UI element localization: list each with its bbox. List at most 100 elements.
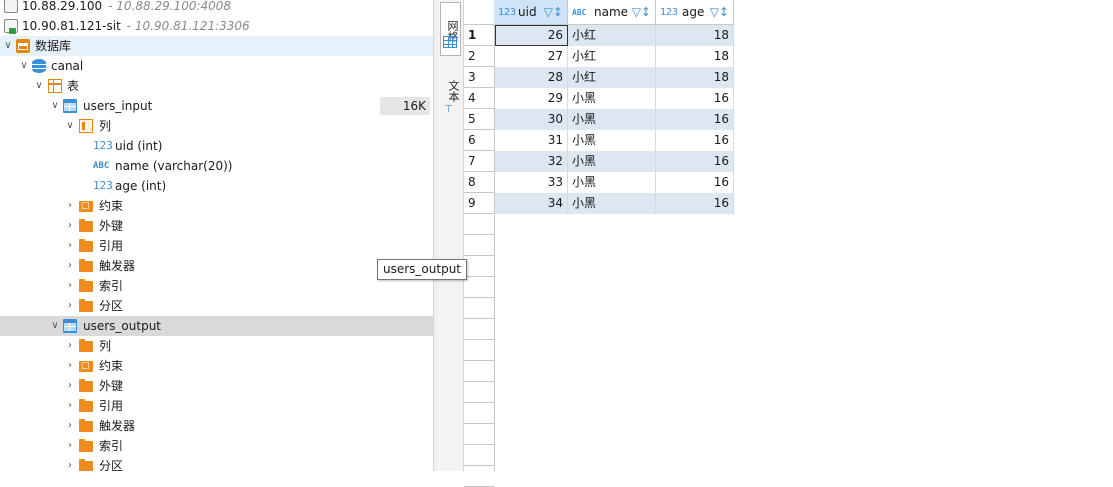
cell-uid[interactable]: 30	[495, 109, 568, 130]
tree-folder-references[interactable]: › 引用	[0, 396, 433, 416]
column-header-age[interactable]: 123 age ▽↕	[656, 0, 734, 25]
column-label: uid (int)	[115, 139, 163, 153]
cell-uid[interactable]: 27	[495, 46, 568, 67]
cell-name[interactable]: 小黑	[568, 109, 656, 130]
tree-table-users-input[interactable]: ∨ users_input 16K	[0, 96, 433, 116]
tree-folder-partitions[interactable]: › 分区	[0, 456, 433, 471]
tree-schema-canal[interactable]: ∨ canal	[0, 56, 433, 76]
row-number[interactable]: 4	[464, 88, 494, 109]
tree-folder-indexes[interactable]: › 索引	[0, 276, 433, 296]
chevron-right-icon[interactable]: ›	[64, 416, 76, 436]
folder-label: 外键	[99, 219, 124, 233]
tree-folder-constraints[interactable]: › 约束	[0, 196, 433, 216]
cell-name[interactable]: 小红	[568, 25, 656, 46]
cell-age[interactable]: 18	[656, 46, 734, 67]
chevron-down-icon[interactable]: ∨	[18, 56, 30, 76]
cell-age[interactable]: 18	[656, 25, 734, 46]
chevron-right-icon[interactable]: ›	[64, 356, 76, 376]
cell-age[interactable]: 16	[656, 151, 734, 172]
cell-name[interactable]: 小黑	[568, 151, 656, 172]
column-name: uid	[518, 5, 537, 19]
chevron-down-icon[interactable]: ∨	[49, 316, 61, 336]
cell-name[interactable]: 小黑	[568, 130, 656, 151]
tree-column-item[interactable]: ABC name (varchar(20))	[0, 156, 433, 176]
cell-age[interactable]: 16	[656, 193, 734, 214]
tree-folder-foreign-keys[interactable]: › 外键	[0, 216, 433, 236]
cell-uid[interactable]: 31	[495, 130, 568, 151]
cell-age[interactable]: 18	[656, 67, 734, 88]
tree-column-item[interactable]: 123 uid (int)	[0, 136, 433, 156]
chevron-right-icon[interactable]: ›	[64, 336, 76, 356]
cell-uid[interactable]: 32	[495, 151, 568, 172]
cell-name[interactable]: 小黑	[568, 193, 656, 214]
folder-label: 引用	[99, 239, 124, 253]
cell-uid[interactable]: 26	[495, 25, 568, 46]
chevron-right-icon[interactable]: ›	[64, 436, 76, 456]
filter-sort-icon[interactable]: ▽↕	[632, 0, 651, 25]
row-number[interactable]: 9	[464, 193, 494, 214]
cell-age[interactable]: 16	[656, 109, 734, 130]
result-grid[interactable]: 123456789 123 uid ▽↕ ABC name ▽↕ 123 age…	[464, 0, 1113, 487]
cell-name[interactable]: 小黑	[568, 88, 656, 109]
cell-uid[interactable]: 34	[495, 193, 568, 214]
cell-age[interactable]: 16	[656, 172, 734, 193]
chevron-right-icon[interactable]: ›	[64, 456, 76, 471]
tree-folder-triggers[interactable]: › 触发器	[0, 416, 433, 436]
column-header-uid[interactable]: 123 uid ▽↕	[494, 0, 568, 25]
row-number[interactable]: 1	[464, 25, 494, 46]
chevron-right-icon[interactable]: ›	[64, 396, 76, 416]
cell-uid[interactable]: 28	[495, 67, 568, 88]
row-number[interactable]: 3	[464, 67, 494, 88]
tree-connection-2[interactable]: 10.90.81.121-sit - 10.90.81.121:3306	[0, 16, 433, 36]
row-number[interactable]: 6	[464, 130, 494, 151]
cell-uid[interactable]: 33	[495, 172, 568, 193]
tree-folder-columns[interactable]: › 列	[0, 336, 433, 356]
chevron-right-icon[interactable]: ›	[64, 376, 76, 396]
tree-column-item[interactable]: 123 age (int)	[0, 176, 433, 196]
column-header-name[interactable]: ABC name ▽↕	[568, 0, 656, 25]
chevron-down-icon[interactable]: ∨	[49, 96, 61, 116]
cell-age[interactable]: 16	[656, 130, 734, 151]
filter-sort-icon[interactable]: ▽↕	[544, 0, 563, 25]
tree-folder-constraints[interactable]: › 约束	[0, 356, 433, 376]
row-number[interactable]: 5	[464, 109, 494, 130]
tree-columns-folder[interactable]: ∨ 列	[0, 116, 433, 136]
chevron-right-icon[interactable]: ›	[64, 276, 76, 296]
column-name: age	[682, 5, 705, 19]
tree-folder-partitions[interactable]: › 分区	[0, 296, 433, 316]
tree-folder-triggers[interactable]: › 触发器	[0, 256, 433, 276]
cell-age[interactable]: 16	[656, 88, 734, 109]
row-number[interactable]: 2	[464, 46, 494, 67]
table-name: users_input	[83, 99, 153, 113]
tree-folder-references[interactable]: › 引用	[0, 236, 433, 256]
folder-icon	[79, 419, 93, 432]
cell-name[interactable]: 小红	[568, 67, 656, 88]
chevron-down-icon[interactable]: ∨	[2, 36, 14, 56]
chevron-right-icon[interactable]: ›	[64, 256, 76, 276]
cell-uid[interactable]: 29	[495, 88, 568, 109]
number-type-icon: 123	[660, 7, 679, 18]
folder-icon	[79, 439, 93, 452]
folder-label: 约束	[99, 199, 124, 213]
tree-databases[interactable]: ∨ 数据库	[0, 36, 433, 56]
cell-name[interactable]: 小黑	[568, 172, 656, 193]
tree-folder-foreign-keys[interactable]: › 外键	[0, 376, 433, 396]
text-icon: ⊤	[444, 104, 453, 115]
chevron-down-icon[interactable]: ∨	[64, 116, 76, 136]
row-number[interactable]: 8	[464, 172, 494, 193]
tree-tables[interactable]: ∨ 表	[0, 76, 433, 96]
chevron-right-icon[interactable]: ›	[64, 216, 76, 236]
cell-name[interactable]: 小红	[568, 46, 656, 67]
row-number[interactable]: 7	[464, 151, 494, 172]
table-icon	[63, 319, 77, 333]
chevron-right-icon[interactable]: ›	[64, 196, 76, 216]
grid-corner[interactable]	[464, 0, 494, 25]
chevron-down-icon[interactable]: ∨	[33, 76, 45, 96]
filter-sort-icon[interactable]: ▽↕	[710, 0, 729, 25]
chevron-right-icon[interactable]: ›	[64, 296, 76, 316]
chevron-right-icon[interactable]: ›	[64, 236, 76, 256]
tree-connection-1[interactable]: 10.88.29.100 - 10.88.29.100:4008	[0, 0, 433, 16]
tree-table-users-output[interactable]: ∨ users_output	[0, 316, 433, 336]
tree-folder-indexes[interactable]: › 索引	[0, 436, 433, 456]
number-type-icon: 123	[498, 7, 517, 18]
